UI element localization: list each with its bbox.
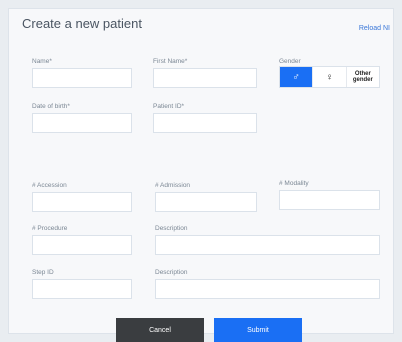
step-description-label: Description (155, 269, 188, 276)
male-symbol-icon: ♂ (292, 71, 300, 83)
name-label: Name* (32, 58, 52, 65)
female-symbol-icon: ♀ (325, 71, 334, 83)
step-description-field[interactable] (155, 279, 380, 299)
first-name-label: First Name* (153, 58, 188, 65)
gender-male-button[interactable]: ♂ (280, 67, 314, 87)
procedure-field[interactable] (32, 235, 132, 255)
gender-label: Gender (279, 58, 301, 65)
admission-field[interactable] (155, 192, 257, 212)
gender-other-label: Other gender (352, 70, 373, 84)
first-name-field[interactable] (153, 68, 257, 88)
procedure-label: # Procedure (32, 225, 68, 232)
modality-label: # Modality (279, 180, 309, 187)
gender-other-button[interactable]: Other gender (346, 67, 379, 87)
date-of-birth-label: Date of birth* (32, 103, 70, 110)
procedure-description-field[interactable] (155, 235, 380, 255)
date-of-birth-field[interactable] (32, 113, 132, 133)
submit-button[interactable]: Submit (214, 318, 302, 342)
cancel-button[interactable]: Cancel (116, 318, 204, 342)
reload-link[interactable]: Reload NI (359, 25, 390, 32)
gender-toggle-group: ♂ ♀ Other gender (279, 66, 380, 88)
step-id-label: Step ID (32, 269, 54, 276)
modality-field[interactable] (279, 190, 380, 210)
admission-label: # Admission (155, 182, 191, 189)
gender-female-button[interactable]: ♀ (313, 67, 347, 87)
procedure-description-label: Description (155, 225, 188, 232)
patient-id-field[interactable] (153, 113, 257, 133)
accession-field[interactable] (32, 192, 132, 212)
patient-id-label: Patient ID* (153, 103, 185, 110)
page-title: Create a new patient (22, 16, 142, 31)
step-id-field[interactable] (32, 279, 132, 299)
accession-label: # Accession (32, 182, 67, 189)
name-field[interactable] (32, 68, 132, 88)
